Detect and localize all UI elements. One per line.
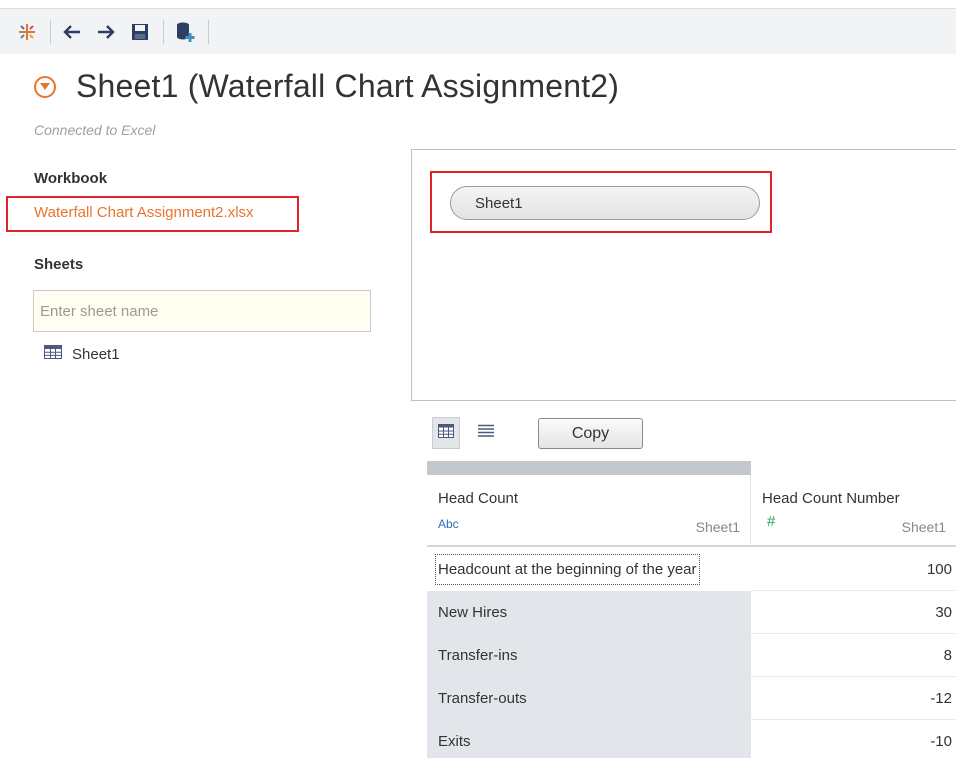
table-row[interactable]: New Hires 30 (427, 591, 956, 634)
column-name: Head Count Number (762, 490, 900, 507)
sheets-heading: Sheets (34, 256, 84, 273)
grid-view-icon (438, 423, 454, 443)
number-type-icon[interactable]: # (767, 513, 775, 530)
column-source: Sheet1 (901, 519, 946, 535)
table-cell[interactable]: Transfer-ins (427, 634, 751, 677)
forward-arrow-icon[interactable] (93, 19, 119, 45)
column-header-head-count[interactable]: Head Count Abc Sheet1 (427, 475, 751, 547)
list-view-icon (478, 424, 494, 443)
connection-status: Connected to Excel (34, 122, 156, 138)
grid-view-button[interactable] (432, 417, 460, 449)
toolbar-divider (50, 19, 51, 44)
column-name: Head Count (438, 490, 519, 507)
toolbar (0, 8, 956, 54)
table-row[interactable]: Headcount at the beginning of the year 1… (427, 548, 956, 591)
sheet-pill[interactable]: Sheet1 (450, 186, 760, 220)
workbook-heading: Workbook (34, 170, 108, 187)
sheet-search-input[interactable] (33, 290, 371, 332)
table-cell[interactable]: Exits (427, 720, 751, 758)
table-cell[interactable]: New Hires (427, 591, 751, 634)
toolbar-divider (208, 19, 209, 44)
column-header-head-count-number[interactable]: Head Count Number # Sheet1 (751, 475, 956, 547)
string-type-icon[interactable]: Abc (438, 517, 459, 531)
list-view-button[interactable] (472, 417, 500, 449)
copy-button[interactable]: Copy (538, 418, 643, 449)
table-cell[interactable]: 30 (751, 591, 956, 634)
page-title: Sheet1 (Waterfall Chart Assignment2) (76, 68, 620, 104)
table-row[interactable]: Transfer-ins 8 (427, 634, 956, 677)
title-row: Sheet1 (Waterfall Chart Assignment2) (34, 68, 619, 105)
datasource-menu-icon[interactable] (34, 75, 56, 98)
data-grid: Head Count Abc Sheet1 Head Count Number … (427, 461, 956, 758)
cell-text: Headcount at the beginning of the year (435, 554, 700, 585)
sidebar-item-label: Sheet1 (72, 345, 120, 363)
table-cell[interactable]: -12 (751, 677, 956, 720)
back-arrow-icon[interactable] (59, 19, 85, 45)
table-cell[interactable]: -10 (751, 720, 956, 758)
save-icon[interactable] (127, 19, 153, 45)
table-cell[interactable]: 8 (751, 634, 956, 677)
table-cell[interactable]: Headcount at the beginning of the year (427, 548, 751, 591)
add-datasource-icon[interactable] (172, 19, 198, 45)
workbook-file-link[interactable]: Waterfall Chart Assignment2.xlsx (34, 204, 254, 221)
table-cell[interactable]: 100 (751, 548, 956, 591)
column-selection-strip[interactable] (427, 461, 751, 475)
table-row[interactable]: Transfer-outs -12 (427, 677, 956, 720)
toolbar-divider (163, 19, 164, 44)
table-cell[interactable]: Transfer-outs (427, 677, 751, 720)
table-row[interactable]: Exits -10 (427, 720, 956, 758)
column-source: Sheet1 (695, 519, 740, 535)
tableau-logo-icon[interactable] (14, 19, 40, 45)
table-icon (44, 345, 62, 363)
sidebar-item-sheet1[interactable]: Sheet1 (44, 345, 120, 363)
